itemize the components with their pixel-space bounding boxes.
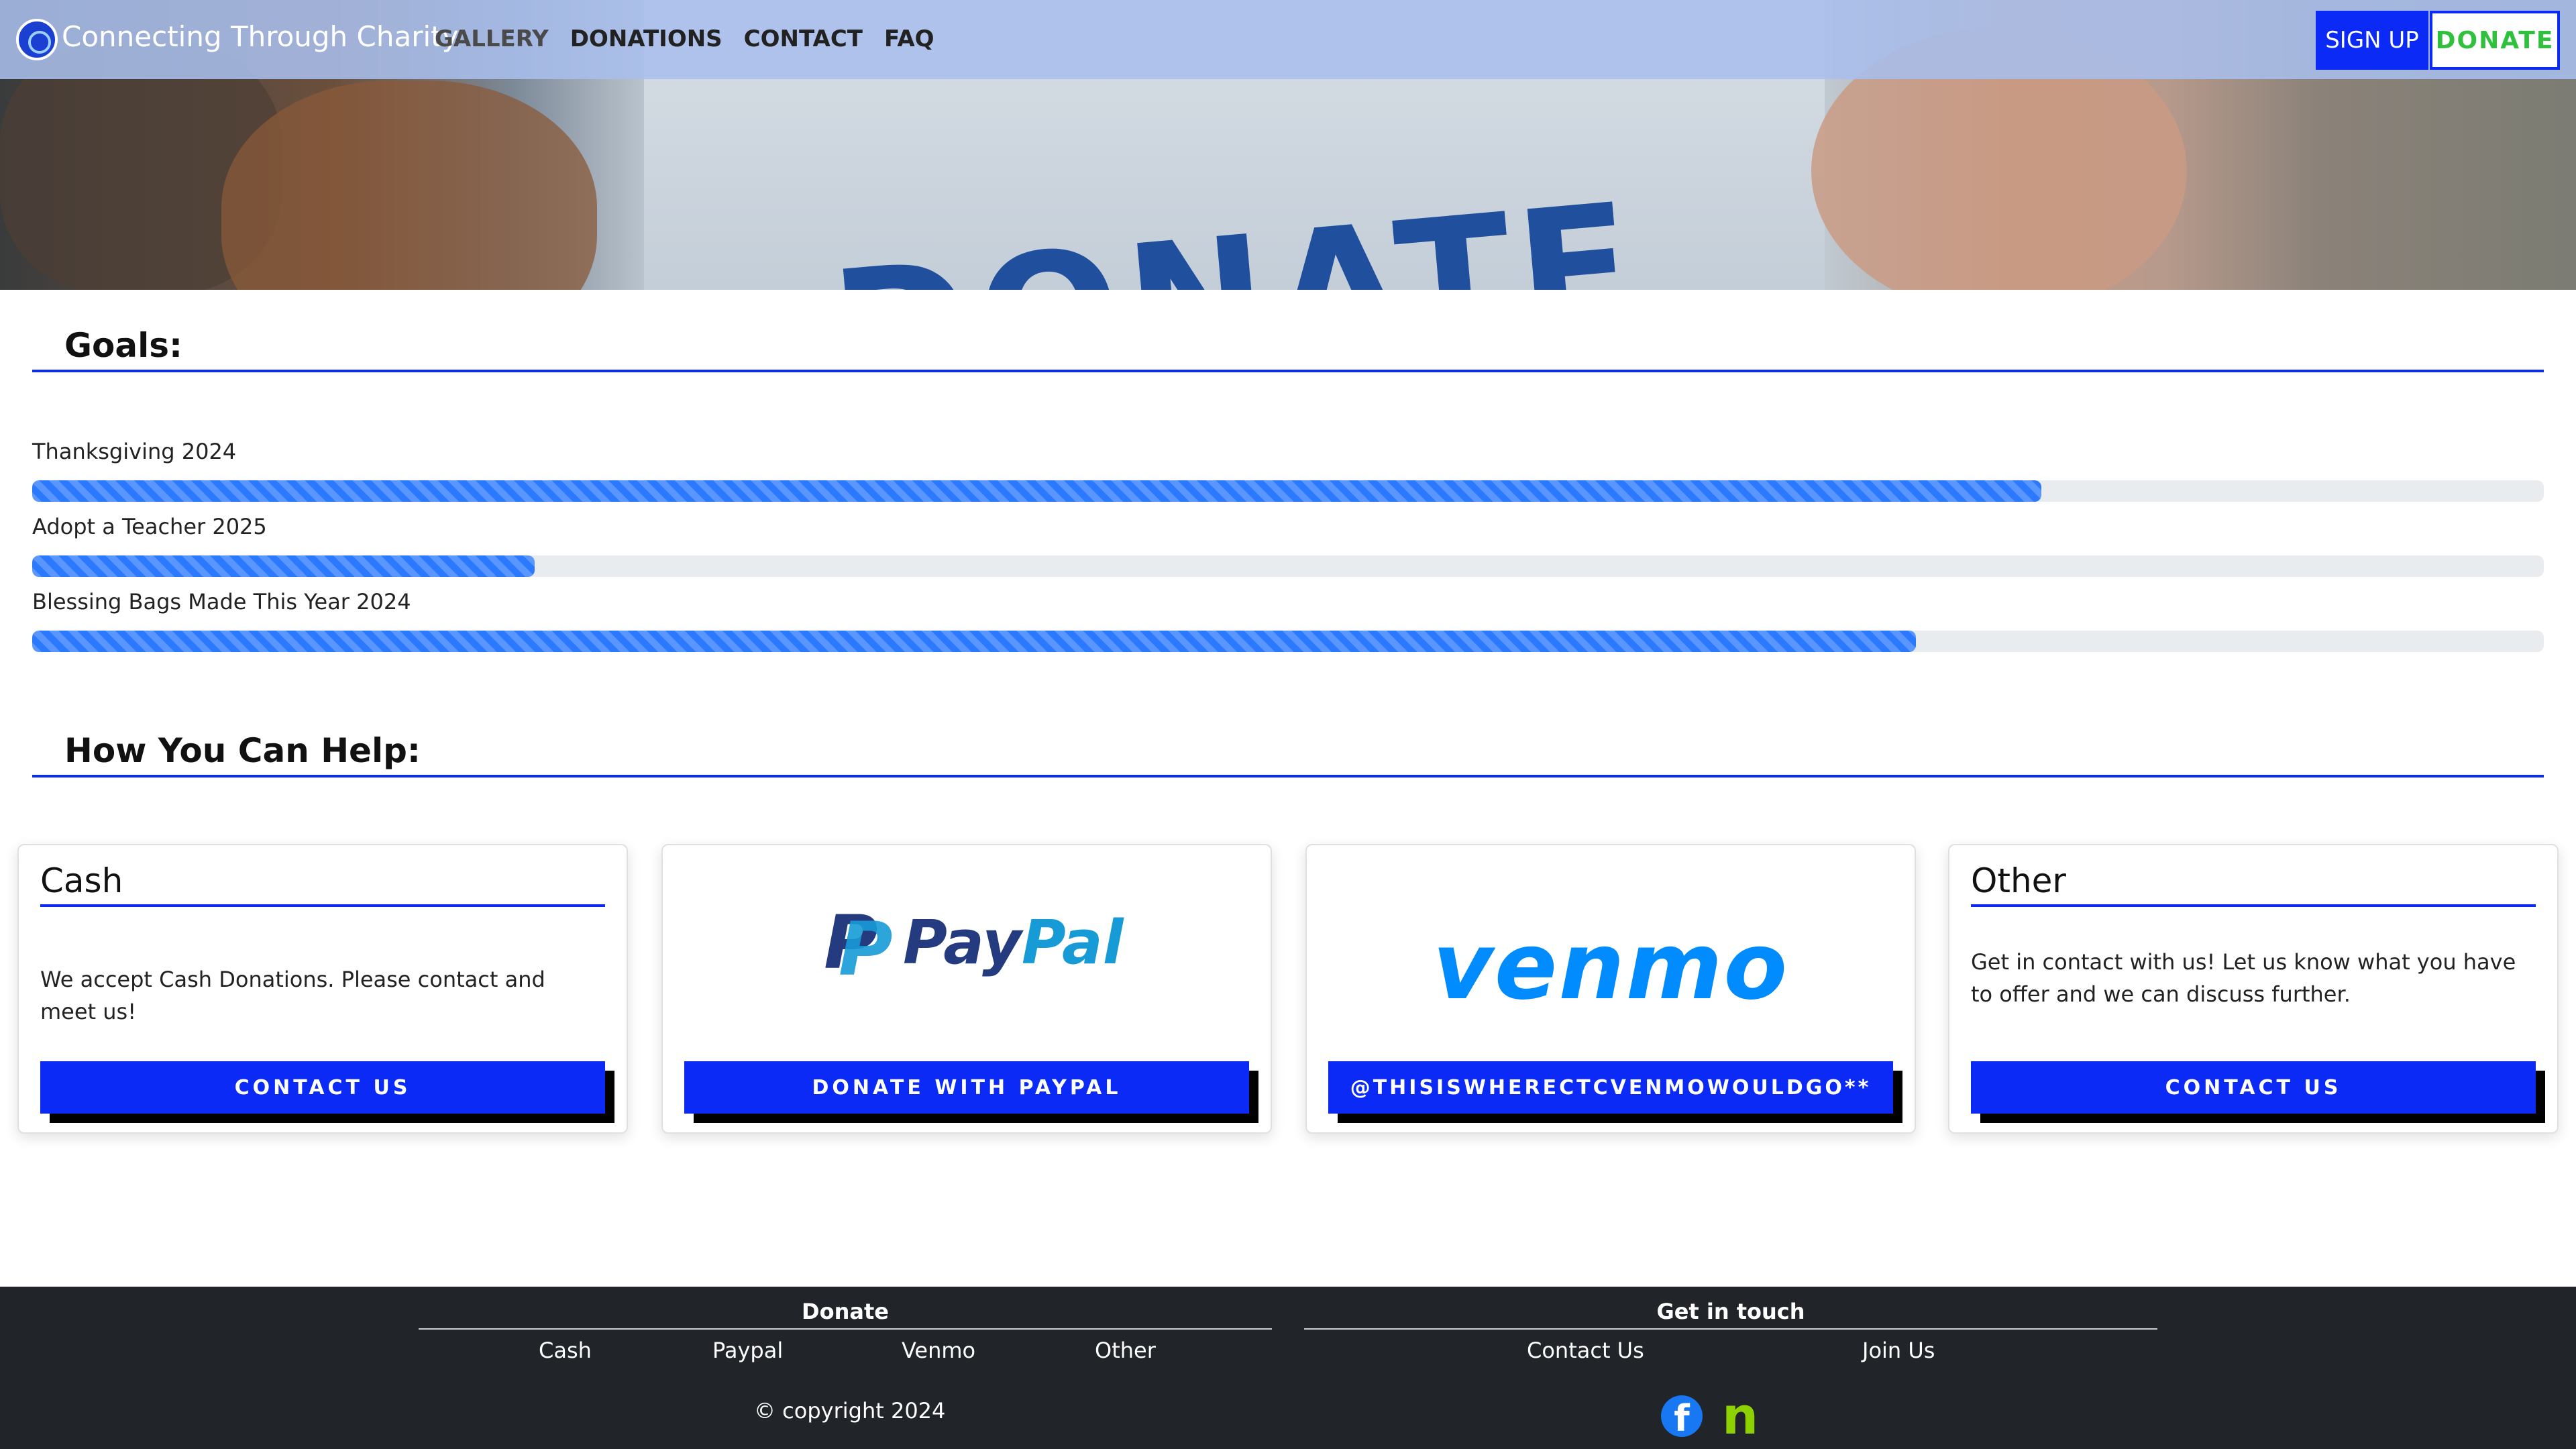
card-title: Cash bbox=[40, 861, 123, 900]
goal-label: Thanksgiving 2024 bbox=[32, 439, 237, 464]
footer-link-cash[interactable]: Cash bbox=[539, 1338, 592, 1363]
goals-divider bbox=[32, 370, 2544, 372]
paypal-logo-text: Pay bbox=[903, 907, 1022, 978]
nav-links: GALLERY DONATIONS CONTACT FAQ bbox=[435, 25, 934, 52]
facebook-icon[interactable]: f bbox=[1661, 1395, 1703, 1437]
donate-button[interactable]: DONATE bbox=[2430, 11, 2560, 70]
hero-shape bbox=[221, 80, 597, 290]
nav-link-gallery[interactable]: GALLERY bbox=[435, 25, 549, 52]
footer-link-other[interactable]: Other bbox=[1095, 1338, 1156, 1363]
paypal-icon: PP bbox=[824, 900, 893, 992]
sign-up-button[interactable]: SIGN UP bbox=[2316, 11, 2428, 70]
footer-link-contact-us[interactable]: Contact Us bbox=[1527, 1338, 1644, 1363]
goal-progress-bar bbox=[32, 555, 2544, 577]
venmo-handle-button[interactable]: @THISISWHERECTCVENMOWOULDGO** bbox=[1328, 1061, 1893, 1114]
help-heading: How You Can Help: bbox=[64, 731, 421, 770]
footer-link-join-us[interactable]: Join Us bbox=[1862, 1338, 1935, 1363]
footer-link-venmo[interactable]: Venmo bbox=[902, 1338, 975, 1363]
footer bbox=[0, 1287, 2576, 1449]
goal-label: Blessing Bags Made This Year 2024 bbox=[32, 589, 411, 614]
goal-progress-fill bbox=[32, 555, 535, 577]
goal-progress-bar bbox=[32, 480, 2544, 502]
brand-title[interactable]: Connecting Through Charity bbox=[62, 20, 458, 53]
goal-label: Adopt a Teacher 2025 bbox=[32, 514, 267, 539]
other-card: Other Get in contact with us! Let us kno… bbox=[1948, 844, 2559, 1134]
card-divider bbox=[1971, 904, 2536, 907]
page: DONATE Connecting Through Charity GALLER… bbox=[0, 0, 2576, 1449]
goal-progress-fill bbox=[32, 631, 1916, 652]
contact-us-button[interactable]: CONTACT US bbox=[40, 1061, 605, 1114]
help-divider bbox=[32, 775, 2544, 777]
contact-us-button[interactable]: CONTACT US bbox=[1971, 1061, 2536, 1114]
card-text: We accept Cash Donations. Please contact… bbox=[40, 967, 545, 1024]
paypal-logo-text: Pal bbox=[1021, 907, 1124, 978]
card-title: Other bbox=[1971, 861, 2066, 900]
paypal-logo: PP Pay Pal bbox=[824, 900, 1124, 992]
card-text: Get in contact with us! Let us know what… bbox=[1971, 949, 2516, 1007]
footer-contact-heading: Get in touch bbox=[1656, 1299, 1805, 1324]
goals-heading: Goals: bbox=[64, 326, 183, 365]
goal-progress-fill bbox=[32, 480, 2042, 502]
nextdoor-icon[interactable]: n bbox=[1716, 1391, 1764, 1442]
footer-donate-heading: Donate bbox=[802, 1299, 889, 1324]
nav-link-donations[interactable]: DONATIONS bbox=[570, 25, 722, 52]
paypal-card: PP Pay Pal DONATE WITH PAYPAL bbox=[661, 844, 1272, 1134]
card-divider bbox=[40, 904, 605, 907]
goal-progress-bar bbox=[32, 631, 2544, 652]
nav-link-contact[interactable]: CONTACT bbox=[744, 25, 863, 52]
cash-card: Cash We accept Cash Donations. Please co… bbox=[17, 844, 628, 1134]
footer-divider bbox=[1304, 1328, 2157, 1330]
footer-link-paypal[interactable]: Paypal bbox=[712, 1338, 783, 1363]
venmo-logo: venmo bbox=[1432, 912, 1789, 1020]
charity-globe-icon[interactable] bbox=[16, 19, 58, 60]
nav-link-faq[interactable]: FAQ bbox=[884, 25, 934, 52]
donate-with-paypal-button[interactable]: DONATE WITH PAYPAL bbox=[684, 1061, 1249, 1114]
copyright-text: © copyright 2024 bbox=[754, 1398, 946, 1424]
footer-divider bbox=[419, 1328, 1272, 1330]
navbar: Connecting Through Charity GALLERY DONAT… bbox=[0, 0, 2576, 79]
venmo-card: venmo @THISISWHERECTCVENMOWOULDGO** bbox=[1305, 844, 1916, 1134]
